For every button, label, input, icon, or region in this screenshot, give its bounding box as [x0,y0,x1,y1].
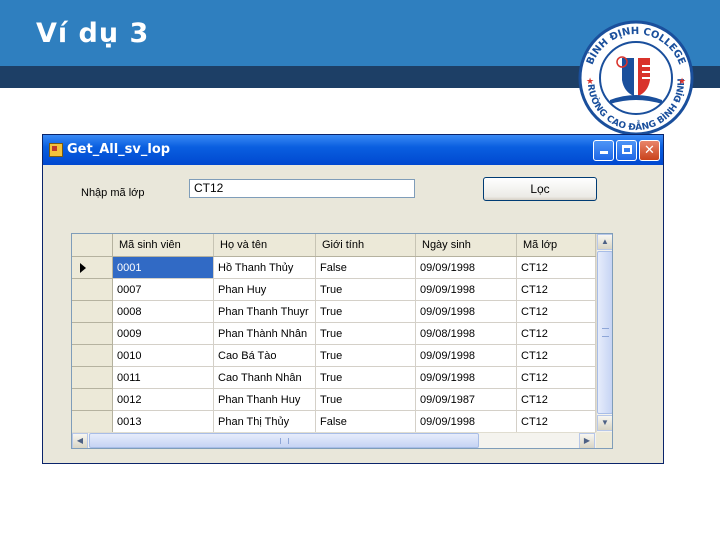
table-row[interactable]: 0010 Cao Bá Tào True 09/09/1998 CT12 [72,345,596,367]
row-header[interactable] [72,279,113,301]
horizontal-scrollbar[interactable]: ◀ ▶ [72,432,596,448]
grid-cell[interactable]: Hồ Thanh Thủy [214,257,316,279]
filter-button[interactable]: Lọc [483,177,597,201]
grid-cell[interactable]: 09/09/1987 [416,389,517,411]
grid-cell[interactable]: True [316,367,416,389]
vertical-scrollbar[interactable]: ▲ ▼ [596,234,612,432]
grid-cell[interactable]: 0008 [113,301,214,323]
grid-cell[interactable]: 0010 [113,345,214,367]
slide-title: Ví dụ 3 [36,18,150,49]
row-header[interactable] [72,367,113,389]
row-header[interactable] [72,301,113,323]
vertical-scroll-thumb[interactable] [597,251,612,414]
grid-cell[interactable]: 09/09/1998 [416,301,517,323]
college-logo: BÌNH ĐỊNH COLLEGE TRƯỜNG CAO ĐẲNG BÌNH Đ… [572,18,694,136]
column-header[interactable]: Mã sinh viên [113,234,214,256]
grid-cell[interactable]: CT12 [517,301,596,323]
grid-cell[interactable]: True [316,301,416,323]
column-header[interactable]: Giới tính [316,234,416,256]
minimize-icon [599,151,608,154]
column-header[interactable]: Ngày sinh [416,234,517,256]
table-row[interactable]: 0011 Cao Thanh Nhân True 09/09/1998 CT12 [72,367,596,389]
scroll-left-button[interactable]: ◀ [72,433,88,448]
grid-cell[interactable]: Cao Thanh Nhân [214,367,316,389]
grid-corner-header[interactable] [72,234,113,256]
grid-cell[interactable]: CT12 [517,257,596,279]
table-row[interactable]: 0008 Phan Thanh Thuyr True 09/09/1998 CT12 [72,301,596,323]
column-header[interactable]: Họ và tên [214,234,316,256]
grid-cell[interactable]: 09/09/1998 [416,367,517,389]
close-icon: ✕ [644,143,655,158]
column-header[interactable]: Mã lớp [517,234,596,256]
grid-cell[interactable]: 09/09/1998 [416,257,517,279]
grid-header-row: Mã sinh viên Họ và tên Giới tính Ngày sinh M… [72,234,596,257]
students-datagrid[interactable]: Mã sinh viên Họ và tên Giới tính Ngày sinh M… [71,233,613,449]
table-row[interactable]: 0001 Hồ Thanh Thủy False 09/09/1998 CT12 [72,257,596,279]
svg-text:★: ★ [678,76,686,86]
grid-cell[interactable]: 09/08/1998 [416,323,517,345]
close-button[interactable]: ✕ [639,140,660,161]
grid-cell[interactable]: 09/09/1998 [416,345,517,367]
window-titlebar[interactable]: Get_All_sv_lop ✕ [43,135,663,165]
grid-cell[interactable]: True [316,345,416,367]
row-header[interactable] [72,323,113,345]
grid-cell[interactable]: 0007 [113,279,214,301]
row-header[interactable] [72,411,113,432]
grid-cell[interactable]: True [316,279,416,301]
scroll-up-button[interactable]: ▲ [597,234,612,250]
scroll-right-button[interactable]: ▶ [579,433,595,448]
grid-cell[interactable]: 0013 [113,411,214,432]
maximize-button[interactable] [616,140,637,161]
grid-cell[interactable]: CT12 [517,323,596,345]
minimize-button[interactable] [593,140,614,161]
grid-cell[interactable]: 09/09/1998 [416,411,517,432]
grid-cell[interactable]: CT12 [517,279,596,301]
maximize-icon [621,145,632,154]
horizontal-grip-icon [280,438,289,444]
grid-cell[interactable]: Phan Thanh Huy [214,389,316,411]
grid-cell[interactable]: CT12 [517,345,596,367]
grid-cell[interactable]: CT12 [517,367,596,389]
window-title: Get_All_sv_lop [67,142,171,157]
grid-cell[interactable]: CT12 [517,411,596,432]
grid-cell[interactable]: Phan Thanh Thuyr [214,301,316,323]
row-header[interactable] [72,345,113,367]
scroll-down-button[interactable]: ▼ [597,415,612,431]
grid-content: Mã sinh viên Họ và tên Giới tính Ngày sinh M… [72,234,596,432]
row-header[interactable] [72,257,113,279]
grid-cell[interactable]: 0011 [113,367,214,389]
current-row-arrow-icon [80,263,86,273]
grid-cell[interactable]: CT12 [517,389,596,411]
grid-cell[interactable]: Phan Thành Nhân [214,323,316,345]
grid-cell[interactable]: Phan Thị Thủy [214,411,316,432]
table-row[interactable]: 0013 Phan Thị Thủy False 09/09/1998 CT12 [72,411,596,432]
app-icon[interactable] [49,143,63,157]
get-all-sv-lop-window: Get_All_sv_lop ✕ Nhập mã lớp CT12 Lọc Mã… [42,134,664,464]
table-row[interactable]: 0007 Phan Huy True 09/09/1998 CT12 [72,279,596,301]
grid-cell[interactable]: 0001 [113,257,214,279]
class-code-label: Nhập mã lớp [81,187,145,199]
table-row[interactable]: 0012 Phan Thanh Huy True 09/09/1987 CT12 [72,389,596,411]
scrollbar-corner [596,432,612,448]
grid-cell[interactable]: False [316,411,416,432]
grid-cell[interactable]: 0009 [113,323,214,345]
grid-cell[interactable]: Phan Huy [214,279,316,301]
table-row[interactable]: 0009 Phan Thành Nhân True 09/08/1998 CT12 [72,323,596,345]
grid-cell[interactable]: True [316,323,416,345]
class-code-input[interactable]: CT12 [189,179,415,198]
grid-cell[interactable]: Cao Bá Tào [214,345,316,367]
row-header[interactable] [72,389,113,411]
grid-cell[interactable]: 09/09/1998 [416,279,517,301]
vertical-grip-icon [602,328,609,337]
grid-cell[interactable]: False [316,257,416,279]
svg-text:★: ★ [586,76,594,86]
grid-cell[interactable]: True [316,389,416,411]
horizontal-scroll-thumb[interactable] [89,433,479,448]
grid-cell[interactable]: 0012 [113,389,214,411]
